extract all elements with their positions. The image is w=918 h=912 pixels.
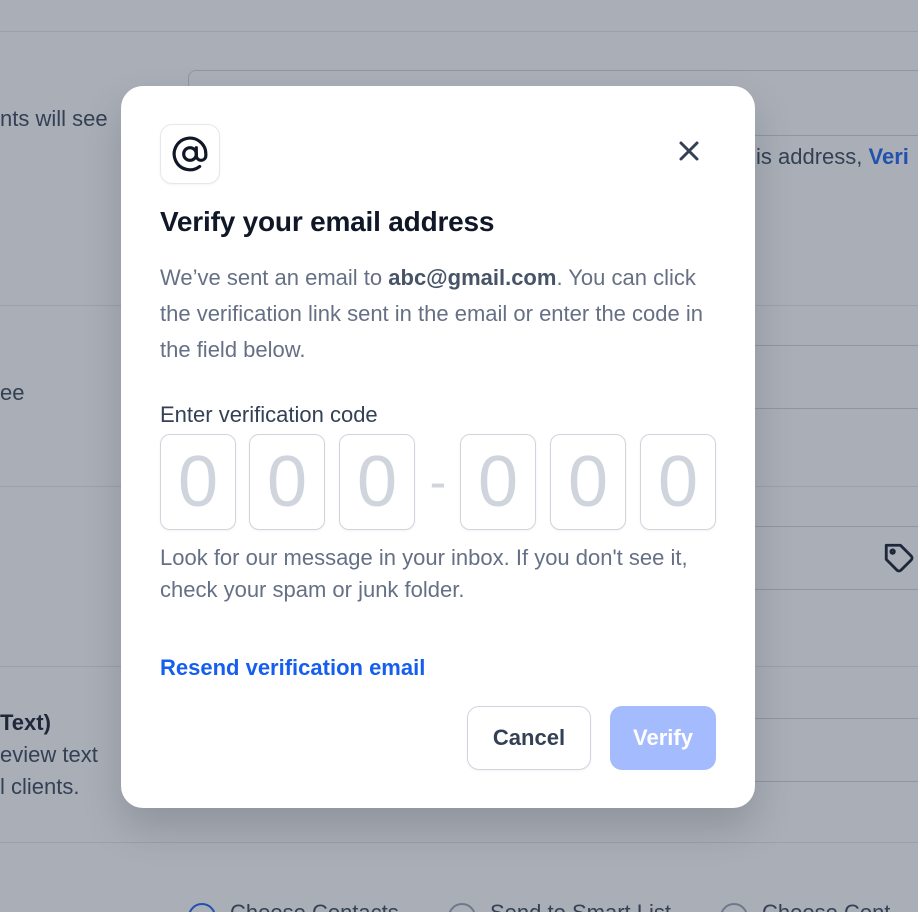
code-digit-1[interactable]: 0	[160, 434, 236, 530]
inbox-hint: Look for our message in your inbox. If y…	[160, 545, 688, 602]
at-sign-icon	[160, 124, 220, 184]
cancel-button[interactable]: Cancel	[467, 706, 591, 770]
code-separator: -	[429, 454, 447, 510]
code-digit-3[interactable]: 0	[339, 434, 415, 530]
email-address: abc@gmail.com	[388, 265, 557, 290]
code-digit-4[interactable]: 0	[460, 434, 536, 530]
close-button[interactable]	[672, 134, 706, 168]
dialog-title: Verify your email address	[160, 206, 495, 237]
verify-email-dialog: Verify your email address We’ve sent an …	[121, 86, 755, 808]
verification-code-input: 0 0 0 - 0 0 0	[160, 434, 720, 530]
close-icon	[679, 141, 699, 161]
resend-email-link[interactable]: Resend verification email	[160, 655, 425, 681]
dialog-description: We’ve sent an email to abc@gmail.com. Yo…	[160, 265, 703, 362]
verify-button[interactable]: Verify	[610, 706, 716, 770]
code-digit-2[interactable]: 0	[249, 434, 325, 530]
code-digit-6[interactable]: 0	[640, 434, 716, 530]
code-label: Enter verification code	[160, 402, 378, 427]
code-digit-5[interactable]: 0	[550, 434, 626, 530]
